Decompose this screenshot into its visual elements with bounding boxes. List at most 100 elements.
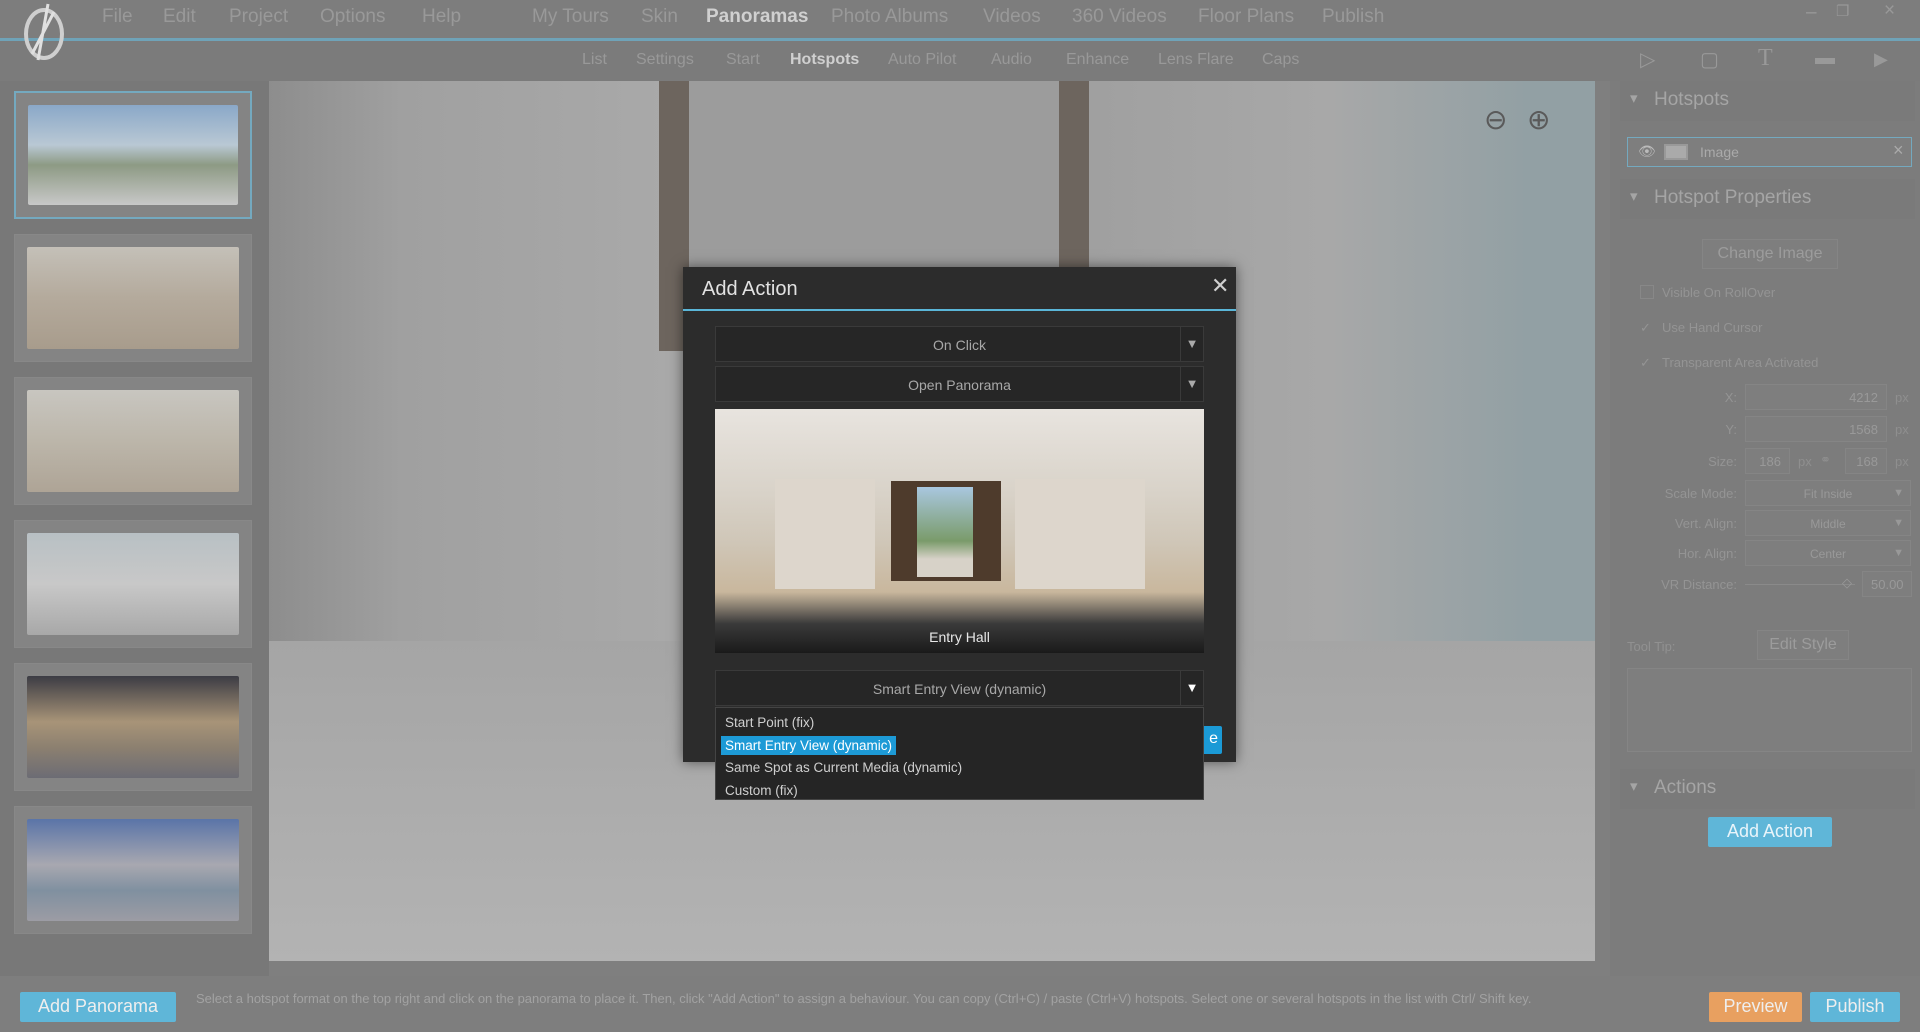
vr-distance-input[interactable]: 50.00 <box>1862 571 1912 597</box>
close-icon[interactable]: ✕ <box>1211 273 1229 299</box>
panorama-thumbnail[interactable] <box>14 377 252 505</box>
section-floor-plans[interactable]: Floor Plans <box>1198 6 1294 28</box>
image-icon[interactable]: ▬ <box>1815 47 1835 70</box>
section-my-tours[interactable]: My Tours <box>532 6 609 28</box>
section-videos[interactable]: Videos <box>983 6 1041 28</box>
tab-lens-flare[interactable]: Lens Flare <box>1158 51 1234 69</box>
actions-section-header[interactable]: Actions <box>1620 769 1915 809</box>
tooltip-textarea[interactable] <box>1627 668 1912 752</box>
publish-button[interactable]: Publish <box>1810 992 1900 1022</box>
y-label: Y: <box>1725 422 1737 437</box>
section-photo-albums[interactable]: Photo Albums <box>831 6 948 28</box>
tab-start[interactable]: Start <box>726 51 760 69</box>
panorama-preview[interactable]: Entry Hall <box>715 409 1204 653</box>
delete-icon[interactable]: × <box>1893 140 1904 161</box>
app-logo <box>18 2 74 72</box>
tab-hotspots[interactable]: Hotspots <box>790 51 859 69</box>
section-360-videos[interactable]: 360 Videos <box>1072 6 1167 28</box>
entry-view-value: Smart Entry View (dynamic) <box>872 681 1047 697</box>
vert-align-label: Vert. Align: <box>1674 516 1737 531</box>
panorama-thumbnail[interactable] <box>14 234 252 362</box>
add-action-button[interactable]: Add Action <box>1708 817 1832 847</box>
scale-mode-select[interactable]: Fit Inside <box>1745 480 1911 506</box>
size-label: Size: <box>1708 454 1737 469</box>
menu-project[interactable]: Project <box>229 6 288 28</box>
tab-audio[interactable]: Audio <box>991 51 1032 69</box>
y-unit: px <box>1895 422 1909 437</box>
help-hint: Select a hotspot format on the top right… <box>196 991 1532 1006</box>
chevron-down-icon[interactable]: ▼ <box>1180 327 1203 361</box>
close-icon[interactable]: × <box>1884 0 1895 22</box>
section-publish[interactable]: Publish <box>1322 6 1384 28</box>
hotspot-properties-header[interactable]: Hotspot Properties <box>1620 179 1915 219</box>
sub-tab-bar: List Settings Start Hotspots Auto Pilot … <box>0 41 1920 81</box>
zoom-in-icon[interactable]: ⊕ <box>1527 103 1561 137</box>
vr-distance-slider[interactable] <box>1745 584 1855 585</box>
panorama-thumbnail[interactable] <box>14 663 252 791</box>
panorama-thumbnail[interactable] <box>14 520 252 648</box>
panorama-name: Entry Hall <box>929 629 990 645</box>
chevron-down-icon[interactable]: ▼ <box>1180 671 1203 705</box>
entry-view-select[interactable]: Smart Entry View (dynamic) ▼ <box>715 670 1204 706</box>
option-smart-entry-view[interactable]: Smart Entry View (dynamic) <box>716 735 1203 758</box>
zoom-out-icon[interactable]: ⊖ <box>1484 103 1518 137</box>
size-width-input[interactable]: 186 <box>1745 448 1790 474</box>
edit-style-button[interactable]: Edit Style <box>1757 630 1849 660</box>
bottom-bar: Add Panorama Select a hotspot format on … <box>0 976 1920 1032</box>
use-hand-cursor-checkbox[interactable]: ✓ Use Hand Cursor <box>1640 320 1762 336</box>
section-panoramas[interactable]: Panoramas <box>706 6 808 28</box>
section-skin[interactable]: Skin <box>641 6 678 28</box>
x-input[interactable]: 4212 <box>1745 384 1887 410</box>
hor-align-label: Hor. Align: <box>1677 546 1737 561</box>
preview-button[interactable]: Preview <box>1709 992 1802 1022</box>
vr-distance-slider-handle[interactable]: ◇ <box>1842 575 1852 591</box>
menu-file[interactable]: File <box>102 6 133 28</box>
tab-caps[interactable]: Caps <box>1262 51 1299 69</box>
tab-enhance[interactable]: Enhance <box>1066 51 1129 69</box>
rectangle-icon[interactable]: ▢ <box>1700 47 1719 72</box>
option-custom[interactable]: Custom (fix) <box>716 780 1203 803</box>
add-action-dialog: Add Action ✕ On Click ▼ Open Panorama ▼ En… <box>683 267 1236 762</box>
menu-help[interactable]: Help <box>422 6 461 28</box>
trigger-select[interactable]: On Click ▼ <box>715 326 1204 362</box>
hotspots-section-header[interactable]: Hotspots <box>1620 81 1915 121</box>
y-input[interactable]: 1568 <box>1745 416 1887 442</box>
tooltip-label: Tool Tip: <box>1627 639 1676 654</box>
restore-icon[interactable]: ❐ <box>1836 2 1849 20</box>
polygon-icon[interactable]: ▷ <box>1640 47 1655 72</box>
panorama-thumbnail[interactable] <box>14 806 252 934</box>
x-unit: px <box>1895 390 1909 405</box>
chevron-down-icon[interactable]: ▼ <box>1180 367 1203 401</box>
hotspot-list-item[interactable]: 👁 Image × <box>1627 137 1912 167</box>
menu-options[interactable]: Options <box>320 6 385 28</box>
link-icon[interactable]: ⚭ <box>1820 452 1831 468</box>
option-start-point[interactable]: Start Point (fix) <box>716 712 1203 735</box>
tab-list[interactable]: List <box>582 51 607 69</box>
dialog-divider <box>683 309 1236 311</box>
menu-edit[interactable]: Edit <box>163 6 196 28</box>
eye-icon[interactable]: 👁 <box>1638 143 1656 160</box>
hor-align-select[interactable]: Center <box>1745 540 1911 566</box>
tab-auto-pilot[interactable]: Auto Pilot <box>888 51 956 69</box>
preview-wall <box>775 479 875 589</box>
option-same-spot[interactable]: Same Spot as Current Media (dynamic) <box>716 757 1203 780</box>
minimize-icon[interactable]: – <box>1806 2 1817 24</box>
video-icon[interactable]: ▶ <box>1874 49 1888 70</box>
action-value: Open Panorama <box>908 377 1011 393</box>
transparent-area-checkbox[interactable]: ✓ Transparent Area Activated <box>1640 355 1818 371</box>
trigger-value: On Click <box>933 337 986 353</box>
panorama-list <box>0 81 269 976</box>
size-height-unit: px <box>1895 454 1909 469</box>
add-panorama-button[interactable]: Add Panorama <box>20 992 176 1022</box>
panorama-thumbnail[interactable] <box>14 91 252 219</box>
preview-wall <box>1015 479 1145 589</box>
change-image-button[interactable]: Change Image <box>1702 239 1838 269</box>
action-select[interactable]: Open Panorama ▼ <box>715 366 1204 402</box>
size-height-input[interactable]: 168 <box>1845 448 1887 474</box>
vert-align-select[interactable]: Middle <box>1745 510 1911 536</box>
vr-distance-label: VR Distance: <box>1661 577 1737 592</box>
tab-settings[interactable]: Settings <box>636 51 694 69</box>
menu-bar: File Edit Project Options Help My Tours … <box>0 0 1920 39</box>
text-icon[interactable]: T <box>1758 45 1773 72</box>
visible-on-rollover-checkbox[interactable]: Visible On RollOver <box>1640 285 1775 300</box>
